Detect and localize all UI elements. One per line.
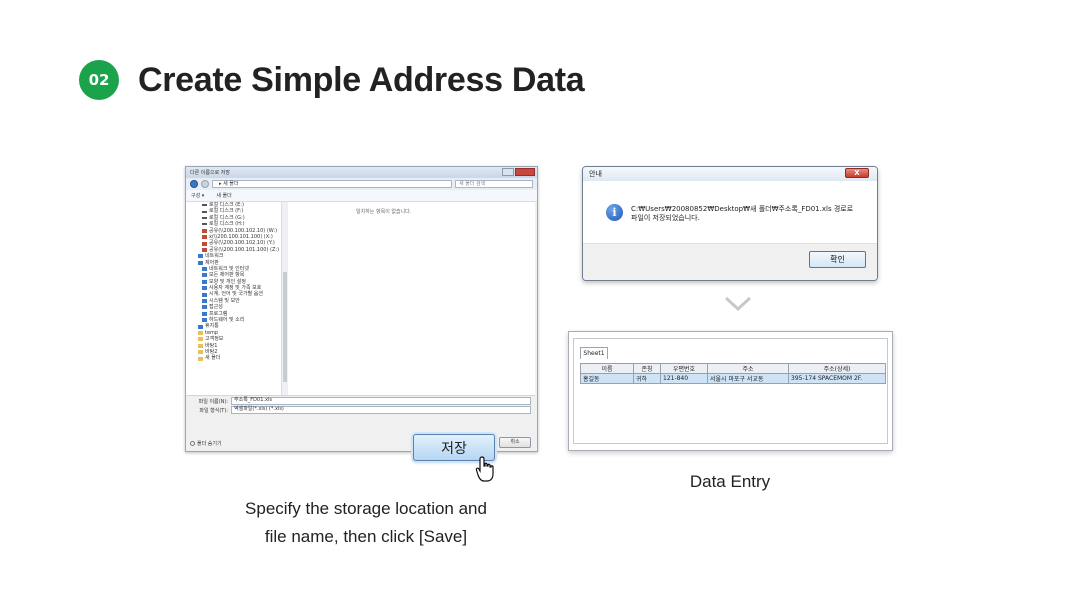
- spreadsheet-window: Sheet1 이름 존칭 우편번호 주소 주소(상세) 홍길동 귀하 121-8…: [568, 331, 893, 451]
- network-icon: [202, 267, 207, 272]
- network-drive-icon: [202, 228, 207, 233]
- cell-zip[interactable]: 121-840: [660, 373, 708, 384]
- filename-input[interactable]: 주소록_FD01.xls: [231, 397, 531, 405]
- step-badge: 02: [79, 60, 119, 100]
- search-input[interactable]: 새 폴더 검색: [455, 180, 533, 188]
- minimize-button[interactable]: [502, 168, 514, 176]
- user-icon: [202, 286, 207, 291]
- table-row[interactable]: 홍길동 귀하 121-840 서울시 마포구 서교동 395-174 SPACE…: [580, 373, 886, 384]
- column-header[interactable]: 이름: [580, 363, 634, 374]
- close-button[interactable]: [515, 168, 535, 176]
- cell-honorific[interactable]: 귀하: [633, 373, 661, 384]
- network-drive-icon: [202, 241, 207, 246]
- network-icon: [198, 254, 203, 259]
- empty-message: 일치하는 항목이 없습니다.: [356, 209, 412, 215]
- folder-icon: [198, 343, 203, 348]
- filetype-select[interactable]: 엑셀파일(*.xls) (*.xls): [231, 406, 531, 414]
- message-titlebar: 안내 X: [583, 167, 877, 181]
- message-text: C:₩Users₩20080852₩Desktop₩새 폴더₩주소록_FD01.…: [631, 205, 854, 222]
- caption-right: Data Entry: [689, 472, 771, 491]
- cancel-button[interactable]: 취소: [499, 437, 531, 448]
- column-header[interactable]: 우편번호: [660, 363, 708, 374]
- message-close-button[interactable]: X: [845, 168, 869, 178]
- sheet-tab[interactable]: Sheet1: [580, 347, 608, 359]
- dialog-body: 로컬 디스크 (E:) 로컬 디스크 (F:) 로컬 디스크 (G:) 로컬 디스크 …: [186, 202, 535, 396]
- filetype-label: 파일 형식(T):: [199, 407, 228, 414]
- address-bar[interactable]: ▸ 새 폴더: [212, 180, 452, 188]
- ok-button[interactable]: 확인: [809, 251, 866, 268]
- save-as-dialog: 다른 이름으로 저장 ▸ 새 폴더 새 폴더 검색 구성 ▾ 새 폴더 로컬 디…: [185, 166, 538, 452]
- dialog-title: 다른 이름으로 저장: [190, 170, 230, 176]
- network-drive-icon: [202, 247, 207, 252]
- accessibility-icon: [202, 305, 207, 310]
- hand-cursor-icon: [475, 456, 494, 482]
- address-row: ▸ 새 폴더 새 폴더 검색: [186, 178, 537, 190]
- cell-address[interactable]: 서울시 마포구 서교동: [707, 373, 789, 384]
- drive-icon: [202, 223, 207, 226]
- hide-folders-toggle[interactable]: 폴더 숨기기: [190, 440, 222, 447]
- program-icon: [202, 311, 207, 316]
- folder-icon: [198, 356, 203, 361]
- forward-button[interactable]: [201, 180, 209, 188]
- column-header[interactable]: 주소: [707, 363, 789, 374]
- tree-item-label: 새 폴더: [205, 355, 221, 362]
- folder-icon: [198, 337, 203, 342]
- column-header[interactable]: 주소(상세): [788, 363, 886, 374]
- page-title: Create Simple Address Data: [138, 61, 585, 99]
- caption-left-line1: Specify the storage location and: [245, 499, 487, 518]
- cell-name[interactable]: 홍길동: [580, 373, 634, 384]
- chevron-down-icon: [724, 296, 752, 312]
- caption-left: Specify the storage location and file na…: [220, 495, 512, 551]
- file-fields: 파일 이름(N): 주소록_FD01.xls 파일 형식(T): 엑셀파일(*.…: [186, 397, 535, 415]
- hardware-icon: [202, 318, 207, 323]
- message-content: i C:₩Users₩20080852₩Desktop₩새 폴더₩주소록_FD0…: [589, 183, 869, 243]
- network-drive-icon: [202, 235, 207, 240]
- back-button[interactable]: [190, 180, 198, 188]
- scrollbar-thumb[interactable]: [283, 272, 287, 382]
- cell-address-detail[interactable]: 395-174 SPACEMOM 2F.: [788, 373, 886, 384]
- tree-item[interactable]: 새 폴더: [186, 355, 281, 361]
- message-title: 안내: [589, 170, 602, 178]
- new-folder-button[interactable]: 새 폴더: [216, 192, 231, 199]
- message-footer: 확인: [583, 243, 877, 280]
- dialog-toolbar: 구성 ▾ 새 폴더: [186, 190, 537, 202]
- drive-icon: [202, 210, 207, 213]
- dialog-titlebar: 다른 이름으로 저장: [186, 167, 537, 178]
- filename-label: 파일 이름(N):: [198, 398, 228, 405]
- filetype-row: 파일 형식(T): 엑셀파일(*.xls) (*.xls): [186, 406, 535, 414]
- caption-left-line2: file name, then click [Save]: [264, 527, 468, 546]
- data-grid: 이름 존칭 우편번호 주소 주소(상세) 홍길동 귀하 121-840 서울시 …: [580, 363, 886, 384]
- personalize-icon: [202, 279, 207, 284]
- drive-icon: [202, 204, 207, 207]
- tree-scrollbar[interactable]: [281, 202, 288, 395]
- column-header[interactable]: 존칭: [633, 363, 661, 374]
- info-icon: i: [606, 204, 623, 221]
- recycle-bin-icon: [198, 324, 203, 329]
- hide-folders-label: 폴더 숨기기: [197, 441, 222, 447]
- window-controls: [502, 168, 535, 176]
- organize-button[interactable]: 구성 ▾: [191, 192, 204, 199]
- control-panel-icon: [202, 273, 207, 278]
- header-row: 이름 존칭 우편번호 주소 주소(상세): [580, 363, 886, 374]
- drive-icon: [202, 216, 207, 219]
- control-panel-icon: [198, 260, 203, 265]
- clock-icon: [202, 292, 207, 297]
- folder-icon: [198, 350, 203, 355]
- folder-tree: 로컬 디스크 (E:) 로컬 디스크 (F:) 로컬 디스크 (G:) 로컬 디스크 …: [186, 202, 282, 395]
- filename-row: 파일 이름(N): 주소록_FD01.xls: [186, 397, 535, 405]
- folder-icon: [198, 331, 203, 335]
- security-icon: [202, 299, 207, 304]
- info-message-box: 안내 X i C:₩Users₩20080852₩Desktop₩새 폴더₩주소…: [582, 166, 878, 281]
- sheet-area: Sheet1 이름 존칭 우편번호 주소 주소(상세) 홍길동 귀하 121-8…: [573, 338, 888, 444]
- collapse-icon: [190, 441, 195, 446]
